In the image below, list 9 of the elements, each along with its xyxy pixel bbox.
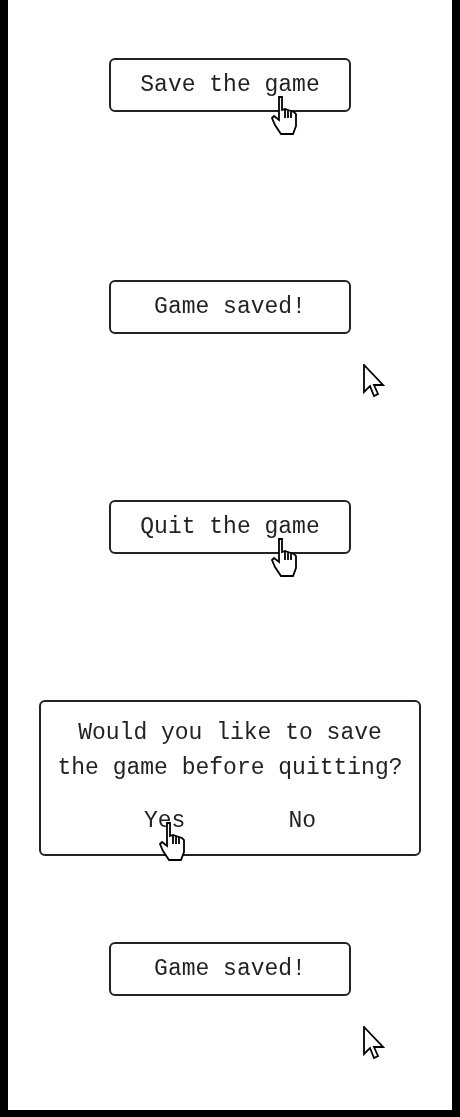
status-message: Game saved! <box>109 280 351 334</box>
game-button[interactable]: Save the game <box>109 58 351 112</box>
game-button[interactable]: Quit the game <box>109 500 351 554</box>
dialog-message: Would you like to save the game before quitting? <box>56 719 404 783</box>
dialog-button[interactable]: No <box>284 808 320 834</box>
status-message: Game saved! <box>109 942 351 996</box>
arrow-cursor-icon <box>363 364 385 398</box>
arrow-cursor-icon <box>363 1026 385 1060</box>
dialog-button[interactable]: Yes <box>140 808 190 834</box>
